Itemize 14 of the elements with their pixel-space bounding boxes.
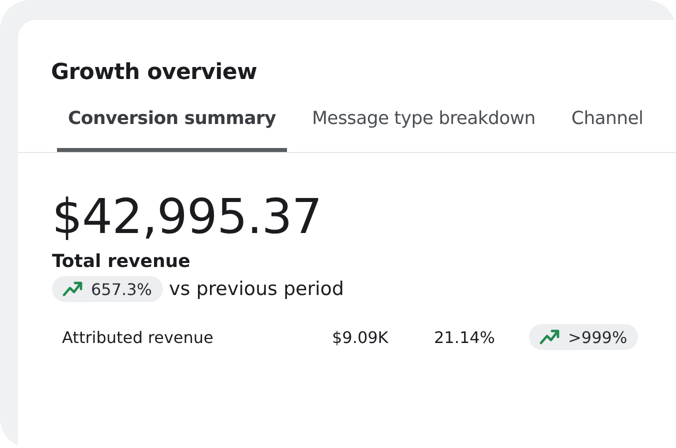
metric-share: 21.14%: [434, 328, 496, 346]
trend-up-icon: [62, 279, 83, 299]
tab[interactable]: Channel: [560, 94, 654, 152]
total-label: Total revenue: [52, 251, 192, 272]
tab[interactable]: Conversion summary: [57, 94, 287, 152]
tab[interactable]: Message type breakdown: [300, 94, 546, 152]
card-title: Growth overview: [51, 59, 258, 87]
metric-name: Attributed revenue: [62, 328, 214, 346]
comparison-text: vs previous period: [169, 278, 344, 300]
metric-amount: $9.09K: [332, 328, 390, 346]
change-badge: 657.3%: [52, 276, 164, 302]
trend-up-icon: [539, 327, 560, 347]
change-badge: >999%: [529, 324, 638, 350]
total-value: $42,995.37: [52, 189, 323, 245]
